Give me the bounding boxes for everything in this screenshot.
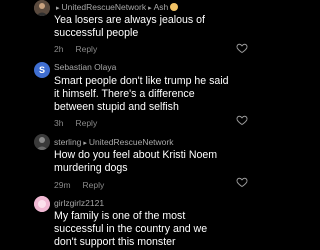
comment-meta: 2h Reply <box>54 44 97 54</box>
author-name[interactable]: Sebastian Olaya <box>54 62 116 72</box>
reply-button[interactable]: Reply <box>83 180 105 190</box>
triangle-right-icon: ▸ <box>56 5 60 12</box>
author-line: ▸ UnitedRescueNetwork ▸ Ash <box>54 2 179 14</box>
comment-time: 3h <box>54 118 64 128</box>
avatar[interactable] <box>34 196 50 212</box>
reply-to-name[interactable]: UnitedRescueNetwork <box>62 2 147 12</box>
comment-text: Yea losers are always jealous of success… <box>54 14 205 39</box>
emoji-icon <box>170 3 179 11</box>
heart-outline-icon[interactable] <box>236 176 248 188</box>
avatar[interactable] <box>34 134 50 150</box>
reply-to-name[interactable]: UnitedRescueNetwork <box>89 137 174 147</box>
author-line: Sebastian Olaya <box>54 62 116 72</box>
comment-time: 29m <box>54 180 71 190</box>
reply-button[interactable]: Reply <box>75 118 97 128</box>
comment-time: 2h <box>54 44 64 54</box>
author-line: girlzgirlz2121 <box>54 198 104 208</box>
heart-outline-icon[interactable] <box>236 114 248 126</box>
comment-text: Smart people don't like trump he said it… <box>54 75 229 113</box>
triangle-right-icon: ▸ <box>148 5 152 12</box>
comment-meta: 3h Reply <box>54 118 97 128</box>
heart-outline-icon[interactable] <box>236 42 248 54</box>
author-name[interactable]: girlzgirlz2121 <box>54 198 104 208</box>
avatar[interactable]: S <box>34 62 50 78</box>
comment-text: How do you feel about Kristi Noem murder… <box>54 149 218 174</box>
reply-to-sub-name[interactable]: Ash <box>154 2 169 12</box>
reply-button[interactable]: Reply <box>75 44 97 54</box>
comment-text: My family is one of the most successful … <box>54 210 208 248</box>
triangle-right-icon: ▸ <box>83 140 87 147</box>
author-name[interactable]: sterling <box>54 137 81 147</box>
avatar-initial: S <box>38 65 45 75</box>
comment-meta: 29m Reply <box>54 180 104 190</box>
author-line: sterling ▸ UnitedRescueNetwork <box>54 137 174 149</box>
avatar[interactable] <box>34 0 50 16</box>
